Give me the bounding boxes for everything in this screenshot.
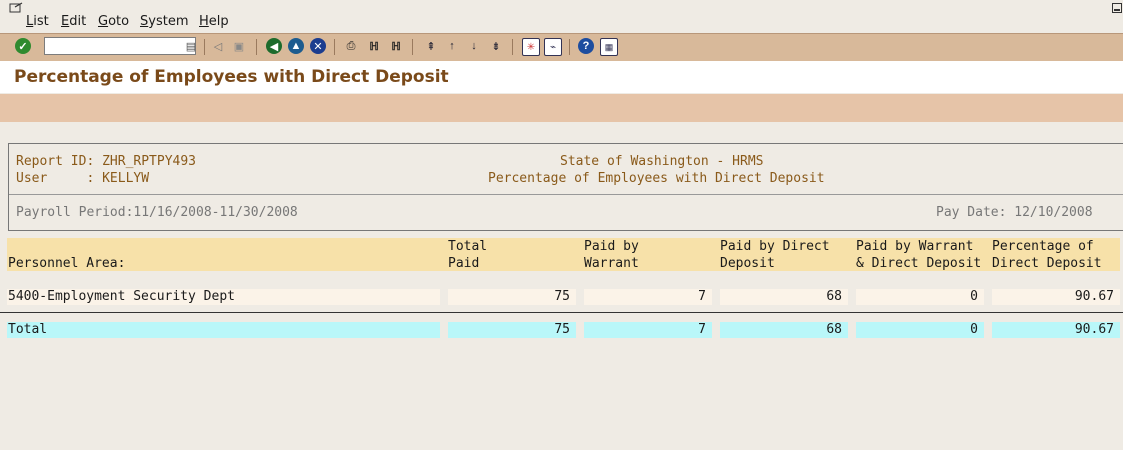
menu-help[interactable]: Help [199, 14, 229, 29]
exit-icon[interactable]: ▲ [288, 38, 304, 54]
command-field[interactable] [44, 37, 196, 55]
page-title: Percentage of Employees with Direct Depo… [14, 67, 449, 87]
percentage-cell: 90.67 [992, 289, 1120, 305]
report-subtitle: Percentage of Employees with Direct Depo… [488, 171, 825, 186]
print-icon[interactable]: ⎙ [343, 38, 359, 54]
prev-page-icon[interactable]: ↑ [444, 38, 460, 54]
window-menu-icon[interactable] [9, 1, 23, 13]
total-percentage-cell: 90.67 [992, 322, 1120, 338]
next-page-icon[interactable]: ↓ [466, 38, 482, 54]
menu-goto[interactable]: Goto [98, 14, 129, 29]
menu-list[interactable]: List [26, 14, 49, 29]
find-next-icon[interactable]: ℍ [388, 38, 404, 54]
header-divider [9, 194, 1123, 195]
help-icon[interactable]: ? [578, 38, 594, 54]
column-header-personnel-area: Personnel Area: [7, 238, 440, 271]
minimize-icon[interactable] [1112, 3, 1122, 13]
enter-icon[interactable]: ✓ [15, 38, 31, 54]
total-both-cell: 0 [856, 322, 984, 338]
report-org: State of Washington - HRMS [560, 154, 764, 169]
save-icon[interactable]: ▣ [231, 38, 247, 54]
column-header-paid-by-warrant: Paid by Warrant [576, 238, 712, 271]
back-nav-icon[interactable]: ◀ [266, 38, 282, 54]
total-total-paid-cell: 75 [448, 322, 576, 338]
first-page-icon[interactable]: ⇞ [423, 38, 439, 54]
column-header-paid-by-direct-deposit: Paid by Direct Deposit [712, 238, 848, 271]
total-warrant-cell: 7 [584, 322, 712, 338]
menu-system[interactable]: System [140, 14, 189, 29]
last-page-icon[interactable]: ⇟ [488, 38, 504, 54]
find-icon[interactable]: ℍ [366, 38, 382, 54]
column-header-percentage: Percentage of Direct Deposit [984, 238, 1120, 271]
pay-date: Pay Date: 12/10/2008 [936, 205, 1093, 220]
application-toolbar [0, 94, 1123, 122]
title-bar: Percentage of Employees with Direct Depo… [0, 61, 1123, 93]
menu-edit[interactable]: Edit [61, 14, 86, 29]
customize-icon[interactable]: ▦ [600, 38, 618, 56]
report-id: Report ID: ZHR_RPTPY493 [16, 154, 197, 169]
dropdown-icon[interactable]: ▤ [183, 38, 199, 54]
personnel-area-cell: 5400-Employment Security Dept [7, 289, 440, 305]
total-direct-cell: 68 [720, 322, 848, 338]
report-header: Report ID: ZHR_RPTPY493 User : KELLYW St… [8, 143, 1123, 231]
back-icon[interactable]: ◁ [210, 38, 226, 54]
report-user: User : KELLYW [16, 171, 150, 186]
cancel-icon[interactable]: ✕ [310, 38, 326, 54]
total-paid-cell: 75 [448, 289, 576, 305]
total-divider [0, 312, 1123, 313]
paid-by-both-cell: 0 [856, 289, 984, 305]
paid-by-direct-cell: 68 [720, 289, 848, 305]
standard-toolbar: ✓ ▤ ◁ ▣ ◀ ▲ ✕ ⎙ ℍ ℍ ⇞ ↑ ↓ ⇟ ✳ ⌁ ? ▦ [0, 33, 1123, 62]
total-label-cell: Total [7, 322, 440, 338]
menu-bar: List Edit Goto System Help [0, 0, 1123, 32]
paid-by-warrant-cell: 7 [584, 289, 712, 305]
column-header-total-paid: Total Paid [440, 238, 576, 271]
payroll-period: Payroll Period:11/16/2008-11/30/2008 [16, 205, 298, 220]
new-session-icon[interactable]: ✳ [522, 38, 540, 56]
shortcut-icon[interactable]: ⌁ [544, 38, 562, 56]
column-header-warrant-and-direct: Paid by Warrant & Direct Deposit [848, 238, 984, 271]
